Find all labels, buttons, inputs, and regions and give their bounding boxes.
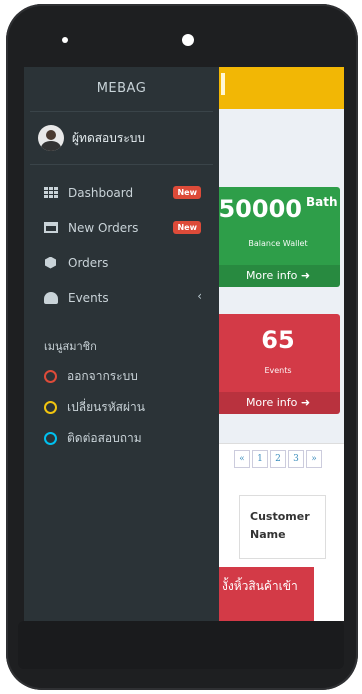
sidebar-item-label: Events xyxy=(68,290,109,305)
events-card: 65 Events More info ➜ xyxy=(216,314,340,414)
circle-icon xyxy=(44,401,57,414)
events-more-info-link[interactable]: More info ➜ xyxy=(216,392,340,414)
divider xyxy=(30,164,213,165)
sidebar-item-logout[interactable]: ออกจากระบบ xyxy=(24,361,219,392)
sidebar-item-events[interactable]: Events ‹ xyxy=(24,280,219,315)
page-3[interactable]: 3 xyxy=(288,450,304,468)
wallet-value: 50000 Bath xyxy=(218,195,338,223)
customer-name-header: Customer Name xyxy=(250,510,310,541)
page-1[interactable]: 1 xyxy=(252,450,268,468)
camera-icon xyxy=(62,37,68,43)
sidebar-item-change-password[interactable]: เปลี่ยนรหัสผ่าน xyxy=(24,392,219,423)
circle-icon xyxy=(44,432,57,445)
sidebar-item-label: Dashboard xyxy=(68,185,134,200)
avatar-body xyxy=(41,141,61,151)
cube-icon xyxy=(45,256,56,269)
page-next[interactable]: » xyxy=(306,450,322,468)
member-section-title: เมนูสมาชิก xyxy=(44,340,97,353)
dashboard-gauge-icon xyxy=(44,291,58,304)
sidebar-item-label: ติดต่อสอบถาม xyxy=(67,431,142,445)
sidebar-item-label: ออกจากระบบ xyxy=(67,369,138,383)
sidebar-menu: Dashboard New New Orders New Orders Even… xyxy=(24,175,219,315)
sidebar-item-contact[interactable]: ติดต่อสอบถาม xyxy=(24,423,219,454)
sidebar-item-orders[interactable]: Orders xyxy=(24,245,219,280)
pagination: « 1 2 3 » xyxy=(234,450,324,468)
sidebar-item-label: Orders xyxy=(68,255,109,270)
sensor-icon xyxy=(182,34,194,46)
page-prev[interactable]: « xyxy=(234,450,250,468)
circle-icon xyxy=(44,370,57,383)
avatar-face xyxy=(46,130,56,140)
username: ผู้ทดสอบระบบ xyxy=(72,130,146,145)
wallet-label: Balance Wallet xyxy=(248,239,308,248)
sidebar-item-dashboard[interactable]: Dashboard New xyxy=(24,175,219,210)
table-header-cell: Customer Name xyxy=(239,495,326,559)
page-2[interactable]: 2 xyxy=(270,450,286,468)
sidebar-item-label: New Orders xyxy=(68,220,139,235)
inbox-icon xyxy=(44,222,58,233)
events-label: Events xyxy=(264,366,292,375)
sidebar-item-label: เปลี่ยนรหัสผ่าน xyxy=(67,400,145,414)
wallet-more-info-link[interactable]: More info ➜ xyxy=(216,265,340,287)
chevron-left-icon[interactable]: ‹ xyxy=(197,289,202,303)
avatar xyxy=(38,125,64,151)
navbar-toggle[interactable] xyxy=(221,73,225,95)
brand-logo[interactable]: MEBAG xyxy=(24,67,219,111)
new-badge: New xyxy=(173,186,201,199)
dashboard-grid-icon xyxy=(44,186,58,199)
new-badge: New xyxy=(173,221,201,234)
app-screen: 50000 Bath Balance Wallet More info ➜ 65 … xyxy=(24,67,344,621)
sidebar-item-new-orders[interactable]: New Orders New xyxy=(24,210,219,245)
events-value: 65 xyxy=(261,326,295,354)
wallet-card: 50000 Bath Balance Wallet More info ➜ xyxy=(216,187,340,287)
phone-bottom-bezel xyxy=(18,621,344,669)
user-panel: ผู้ทดสอบระบบ xyxy=(24,112,219,164)
sidebar: MEBAG ผู้ทดสอบระบบ Dashboard New New Ord… xyxy=(24,67,219,621)
status-banner: งั้งหิ้วสินค้าเข้า xyxy=(216,567,314,621)
